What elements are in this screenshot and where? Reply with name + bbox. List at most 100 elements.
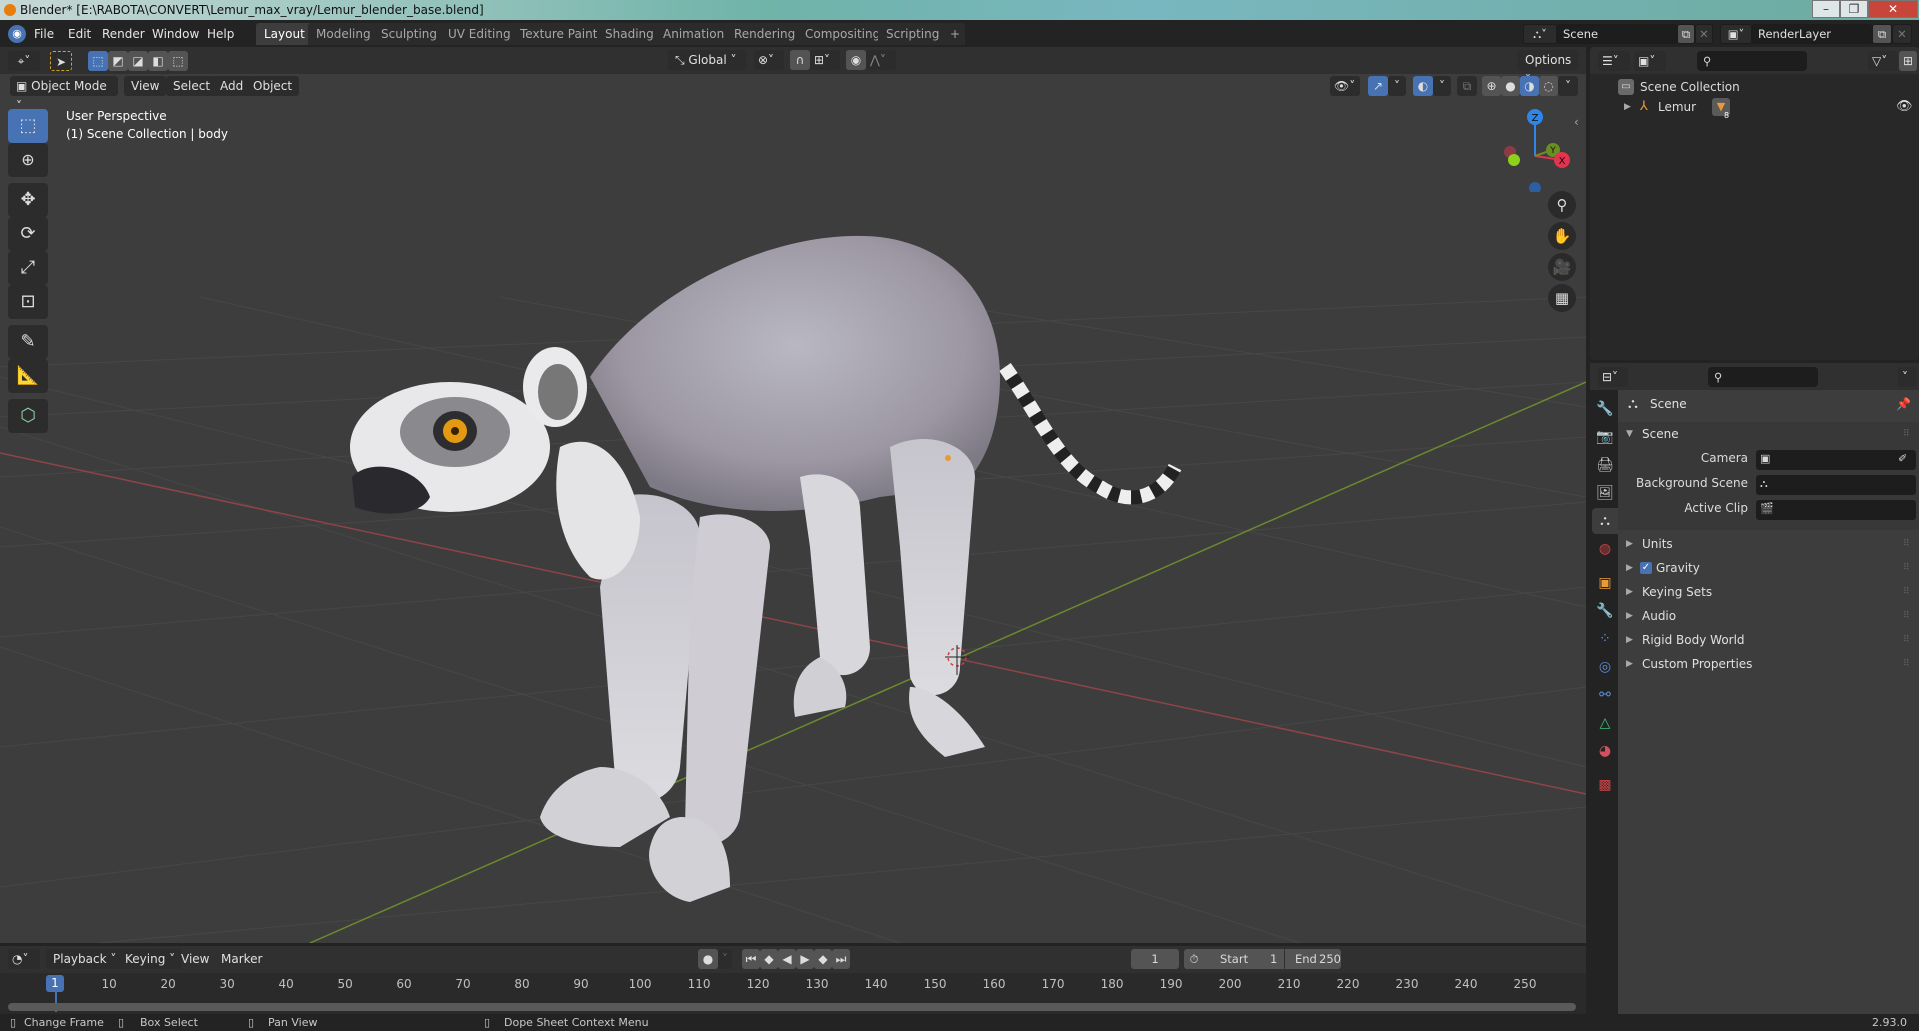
menu-window[interactable]: Window [152, 25, 199, 43]
3d-viewport[interactable]: ⌖˅ ➤ ⬚ ◩ ◪ ◧ ⬚ ⤡ Global ˅ ⊗˅ ∩ ⊞˅ ◉ ⋀˅ O… [0, 47, 1586, 943]
drag-handle-icon[interactable]: ⠿ [1903, 422, 1910, 446]
tab-view-layer-icon[interactable]: 🖼 [1592, 480, 1618, 506]
select-mode-intersect-icon[interactable]: ⬚ [168, 51, 188, 71]
move-tool-icon[interactable]: ✥ [8, 183, 48, 217]
prev-keyframe-icon[interactable]: ◆ [760, 949, 778, 969]
transform-orientation-dropdown[interactable]: ⤡ Global ˅ [668, 50, 746, 70]
auto-keying-icon[interactable]: ● [698, 949, 718, 969]
tab-output-icon[interactable]: 🖨 [1592, 452, 1618, 478]
panel-rigid-body-world[interactable]: ▶ Rigid Body World ⠿ [1618, 628, 1919, 652]
select-mode-new-icon[interactable]: ⬚ [88, 51, 108, 71]
playhead[interactable]: 1 [46, 975, 64, 992]
active-clip-field[interactable]: 🎬 [1756, 500, 1916, 520]
select-box-tool-icon[interactable]: ⬚ [8, 109, 48, 143]
timeline-marker-menu[interactable]: Marker [214, 949, 269, 969]
tab-object-icon[interactable]: ▣ [1592, 570, 1618, 596]
snap-toggle-icon[interactable]: ∩ [790, 50, 810, 70]
tab-sculpting[interactable]: Sculpting [373, 23, 446, 45]
overlays-dropdown[interactable]: ˅ [1433, 76, 1451, 96]
scale-tool-icon[interactable]: ⤢ [8, 251, 48, 285]
proportional-falloff-dropdown[interactable]: ⋀˅ [866, 50, 896, 70]
tab-render-icon[interactable]: 📷 [1592, 424, 1618, 450]
panel-units[interactable]: ▶ Units ⠿ [1618, 532, 1919, 556]
properties-options-dropdown[interactable]: ˅ [1898, 367, 1916, 387]
panel-scene-header[interactable]: ▼ Scene ⠿ [1618, 422, 1919, 446]
pivot-point-dropdown[interactable]: ⊗˅ [754, 50, 784, 70]
delete-scene-icon[interactable]: ✕ [1695, 24, 1713, 44]
pin-icon[interactable]: 📌 [1896, 392, 1911, 416]
new-collection-icon[interactable]: ⊞ [1899, 51, 1917, 71]
add-workspace-button[interactable]: + [945, 23, 966, 45]
rotate-tool-icon[interactable]: ⟳ [8, 217, 48, 251]
camera-view-icon[interactable]: 🎥 [1548, 253, 1576, 281]
menu-render[interactable]: Render [102, 25, 145, 43]
tab-material-icon[interactable]: ◕ [1592, 738, 1618, 764]
drag-handle-icon[interactable]: ⠿ [1903, 532, 1910, 556]
outliner-row-scene-collection[interactable]: ▭ Scene Collection [1590, 77, 1919, 97]
end-frame-field[interactable]: End 250 [1285, 949, 1341, 969]
drag-handle-icon[interactable]: ⠿ [1903, 580, 1910, 604]
camera-field[interactable]: ▣ ✐ [1756, 450, 1916, 470]
select-mode-extend-icon[interactable]: ◩ [108, 51, 128, 71]
sidebar-toggle-icon[interactable]: ‹ [1574, 115, 1579, 129]
visibility-eye-icon[interactable]: 👁 [1896, 97, 1913, 117]
next-keyframe-icon[interactable]: ◆ [814, 949, 832, 969]
tab-scene-icon[interactable]: ⛬ [1592, 508, 1618, 534]
timeline-frames[interactable]: 10 20 30 40 50 60 70 80 90 100 110 120 130 140 150 160 1… [0, 973, 1586, 1014]
shading-solid-icon[interactable]: ● [1501, 76, 1520, 96]
tab-uv-editing[interactable]: UV Editing [440, 23, 519, 45]
close-button[interactable]: ✕ [1868, 0, 1918, 18]
menu-edit[interactable]: Edit [68, 25, 91, 43]
play-reverse-icon[interactable]: ◀ [778, 949, 796, 969]
shading-rendered-icon[interactable]: ◌ [1539, 76, 1558, 96]
jump-start-icon[interactable]: ⏮ [742, 949, 760, 969]
zoom-view-icon[interactable]: ⚲ [1548, 191, 1576, 219]
gizmo-neg-y[interactable] [1508, 154, 1520, 166]
outliner-editor-type-icon[interactable]: ☰˅ [1598, 51, 1630, 71]
cursor-tool-icon[interactable]: ⊕ [8, 143, 48, 177]
new-scene-icon[interactable]: ⧉ [1677, 24, 1695, 44]
selectability-visibility-dropdown[interactable]: 👁˅ [1330, 76, 1360, 96]
panel-collapse-icon[interactable]: ▼ [1626, 422, 1633, 446]
drag-handle-icon[interactable]: ⠿ [1903, 556, 1910, 580]
pan-view-icon[interactable]: ✋ [1548, 222, 1576, 250]
measure-tool-icon[interactable]: 📐 [8, 359, 48, 393]
tab-compositing[interactable]: Compositing [797, 23, 889, 45]
tab-modeling[interactable]: Modeling [308, 23, 379, 45]
properties-editor-type-icon[interactable]: ⊟˅ [1598, 367, 1628, 387]
menu-select[interactable]: Select [166, 76, 218, 96]
options-dropdown[interactable]: Options ˅ [1518, 50, 1578, 87]
blender-menu-icon[interactable]: ◉ [8, 25, 26, 43]
playback-menu[interactable]: Playback ˅ [46, 949, 124, 969]
select-mode-subtract-icon[interactable]: ◪ [128, 51, 148, 71]
select-mode-invert-icon[interactable]: ◧ [148, 51, 168, 71]
tab-tool-icon[interactable]: 🔧 [1592, 396, 1618, 422]
drag-handle-icon[interactable]: ⠿ [1903, 604, 1910, 628]
tab-modifiers-icon[interactable]: 🔧 [1592, 598, 1618, 624]
scene-browse-icon[interactable]: ⛬˅ [1523, 24, 1557, 44]
play-icon[interactable]: ▶ [796, 949, 814, 969]
panel-keying-sets[interactable]: ▶ Keying Sets ⠿ [1618, 580, 1919, 604]
proportional-edit-icon[interactable]: ◉ [846, 50, 866, 70]
menu-help[interactable]: Help [207, 25, 234, 43]
current-frame-field[interactable]: 1 [1131, 949, 1179, 969]
view-layer-browse-icon[interactable]: ▣˅ [1720, 24, 1752, 44]
timeline-editor-type-icon[interactable]: ◔˅ [8, 949, 40, 969]
xray-toggle-icon[interactable]: ⧉ [1457, 76, 1477, 96]
tab-constraints-icon[interactable]: ⚯ [1592, 682, 1618, 708]
keying-dropdown[interactable]: ˅ [718, 949, 732, 969]
stopwatch-icon[interactable]: ⏱ [1184, 949, 1204, 969]
menu-file[interactable]: File [34, 25, 54, 43]
snap-target-dropdown[interactable]: ⊞˅ [810, 50, 840, 70]
minimize-button[interactable]: – [1812, 0, 1840, 18]
shading-material-preview-icon[interactable]: ◑ [1520, 76, 1539, 96]
panel-gravity[interactable]: ▶ ✓ Gravity ⠿ [1618, 556, 1919, 580]
outliner-row-lemur[interactable]: ▶ ⅄ Lemur ▼ 8 👁 [1590, 97, 1919, 120]
tab-particles-icon[interactable]: ⁘ [1592, 626, 1618, 652]
gravity-checkbox[interactable]: ✓ [1640, 562, 1652, 574]
filter-dropdown[interactable]: ▽˅ [1868, 51, 1898, 71]
tab-rendering[interactable]: Rendering [726, 23, 804, 45]
transform-tool-icon[interactable]: ⊡ [8, 285, 48, 319]
delete-view-layer-icon[interactable]: ✕ [1892, 24, 1912, 44]
tab-scripting[interactable]: Scripting [878, 23, 948, 45]
